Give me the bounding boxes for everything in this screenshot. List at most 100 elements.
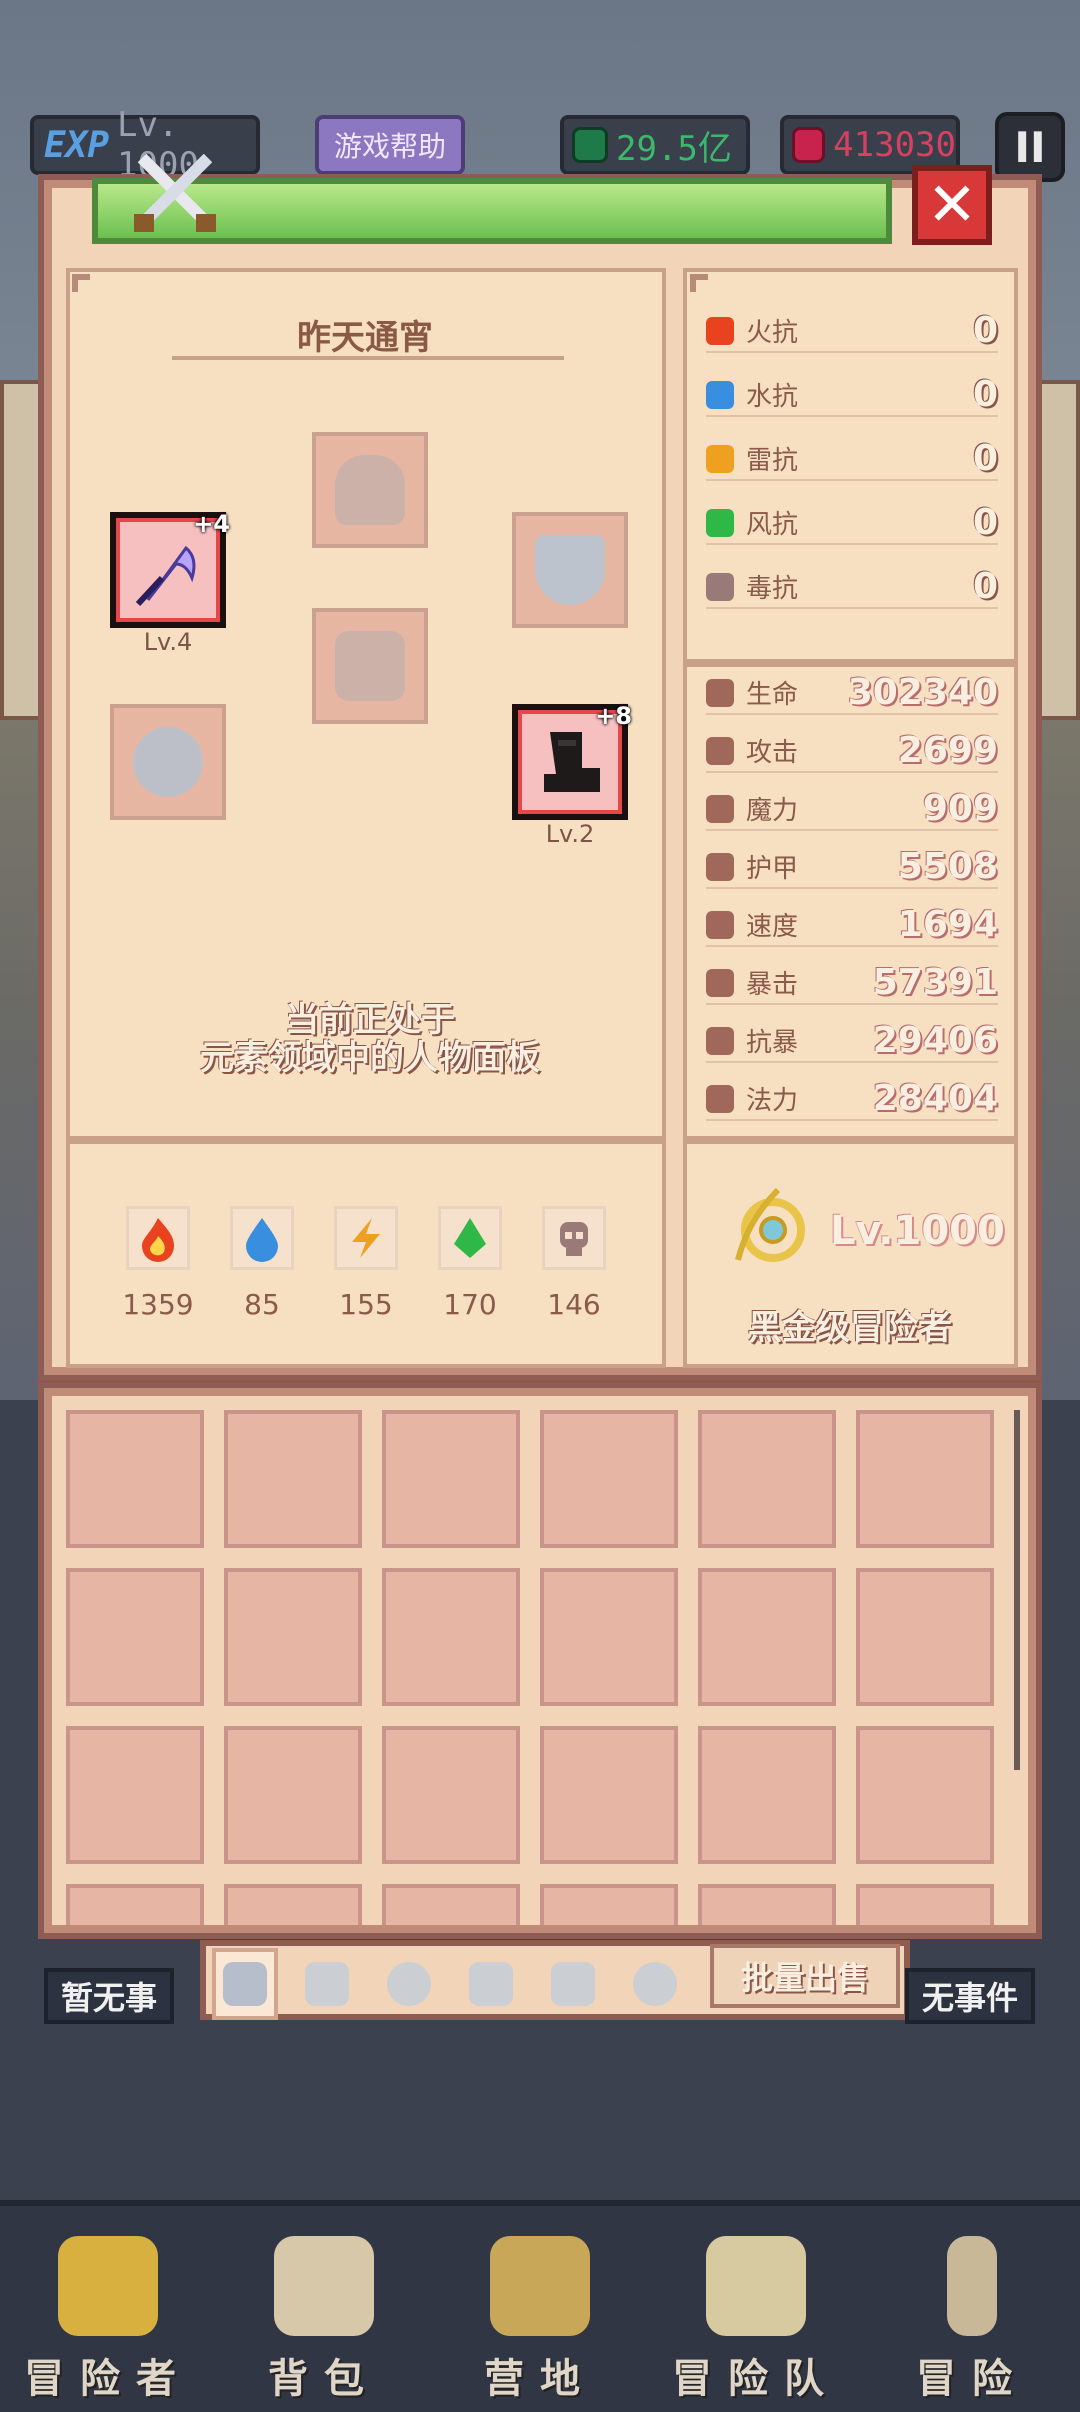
tab-weapons[interactable] xyxy=(212,1948,278,2020)
attack-value: 2699 xyxy=(897,730,998,771)
crit-label: 暴击 xyxy=(746,970,799,1000)
inventory-slot[interactable] xyxy=(540,1568,678,1706)
right-event-status: 无事件 xyxy=(905,1968,1035,2024)
wind-resist-label: 风抗 xyxy=(746,510,799,540)
shield-icon xyxy=(305,1962,349,2006)
tab-rings[interactable] xyxy=(622,1951,688,2017)
magic-label: 魔力 xyxy=(746,796,799,826)
inventory-slot[interactable] xyxy=(382,1726,520,1864)
helmet-icon xyxy=(387,1962,431,2006)
heart-icon xyxy=(706,678,734,707)
water-icon xyxy=(706,380,734,409)
poison-element xyxy=(542,1206,606,1270)
resistance-row: 雷抗 0 xyxy=(706,438,998,481)
wind-element xyxy=(438,1206,502,1270)
inventory-slot[interactable] xyxy=(698,1568,836,1706)
inventory-slot[interactable] xyxy=(698,1410,836,1548)
skull-icon xyxy=(560,1222,588,1256)
inventory-slot[interactable] xyxy=(382,1884,520,1925)
nav-adventurer-label: 冒险者 xyxy=(24,2356,192,2402)
resistance-row: 风抗 0 xyxy=(706,502,998,545)
close-button[interactable]: ✕ xyxy=(912,165,992,245)
divider xyxy=(706,415,998,417)
inventory-slot[interactable] xyxy=(856,1884,994,1925)
inventory-slot[interactable] xyxy=(698,1726,836,1864)
sword-icon xyxy=(706,736,734,765)
pause-button[interactable]: II xyxy=(995,112,1065,182)
inventory-slot[interactable] xyxy=(856,1568,994,1706)
inventory-slot[interactable] xyxy=(382,1410,520,1548)
divider xyxy=(706,479,998,481)
weapon-slot[interactable]: +4 xyxy=(110,510,230,628)
inventory-grid xyxy=(44,1388,1036,1933)
nav-adventure[interactable]: 冒险 xyxy=(864,2206,1080,2412)
camp-icon xyxy=(490,2236,590,2336)
batch-sell-button[interactable]: 批量出售 xyxy=(710,1944,900,2008)
inventory-slot[interactable] xyxy=(540,1726,678,1864)
stat-row: 攻击 2699 xyxy=(706,730,998,773)
inventory-slot[interactable] xyxy=(66,1410,204,1548)
name-underline xyxy=(172,356,564,360)
corner-ornament xyxy=(72,274,90,292)
tab-helmets[interactable] xyxy=(376,1951,442,2017)
shield-slot[interactable] xyxy=(512,512,628,628)
inventory-slot[interactable] xyxy=(856,1726,994,1864)
inventory-slot[interactable] xyxy=(224,1410,362,1548)
skull-icon xyxy=(706,572,734,601)
poison-element-value: 146 xyxy=(547,1288,601,1321)
armor-slot[interactable] xyxy=(312,608,428,724)
character-name: 昨天通宵 xyxy=(297,318,433,358)
nav-team[interactable]: 冒险队 xyxy=(648,2206,864,2412)
tab-shields[interactable] xyxy=(294,1951,360,2017)
backpack-icon xyxy=(274,2236,374,2336)
crit-resist-value: 29406 xyxy=(872,1020,998,1061)
inventory-slot[interactable] xyxy=(856,1410,994,1548)
inventory-slot[interactable] xyxy=(224,1568,362,1706)
divider xyxy=(706,771,998,773)
inventory-slot[interactable] xyxy=(224,1726,362,1864)
mana-value: 28404 xyxy=(872,1078,998,1119)
ring-icon xyxy=(633,1962,677,2006)
thunder-element xyxy=(334,1206,398,1270)
nav-adventurer[interactable]: 冒险者 xyxy=(0,2206,216,2412)
helmet-icon xyxy=(335,455,405,525)
inventory-slot[interactable] xyxy=(382,1568,520,1706)
crossed-swords-icon xyxy=(134,153,216,232)
wand-icon xyxy=(706,794,734,823)
shield-icon xyxy=(535,535,605,605)
hp-label: 生命 xyxy=(746,680,799,710)
inventory-slot[interactable] xyxy=(66,1568,204,1706)
crit-resist-label: 抗暴 xyxy=(746,1028,799,1058)
armor-label: 护甲 xyxy=(746,854,799,884)
nav-adventure-label: 冒险 xyxy=(916,2356,1028,2402)
water-element-value: 85 xyxy=(244,1288,280,1321)
ring-icon xyxy=(133,727,203,797)
tab-armor[interactable] xyxy=(458,1951,524,2017)
inventory-slot[interactable] xyxy=(66,1726,204,1864)
gem-value: 413030 xyxy=(833,125,956,165)
nav-backpack[interactable]: 背包 xyxy=(216,2206,432,2412)
poison-resist-value: 0 xyxy=(972,566,998,607)
rank-emblem-icon xyxy=(735,1187,805,1262)
exp-badge: EXP xyxy=(44,124,110,166)
fire-element xyxy=(126,1206,190,1270)
inventory-slot[interactable] xyxy=(66,1884,204,1925)
poison-resist-label: 毒抗 xyxy=(746,574,799,604)
ring-slot[interactable] xyxy=(110,704,226,820)
stat-row: 生命 302340 xyxy=(706,672,998,715)
inventory-slot[interactable] xyxy=(540,1884,678,1925)
tab-pants[interactable] xyxy=(540,1951,606,2017)
background-right-panel xyxy=(1030,380,1080,720)
armor-icon xyxy=(335,631,405,701)
inventory-scrollbar[interactable] xyxy=(1014,1410,1020,1770)
divider xyxy=(706,1003,998,1005)
inventory-slot[interactable] xyxy=(540,1410,678,1548)
nav-camp[interactable]: 营地 xyxy=(432,2206,648,2412)
helmet-slot[interactable] xyxy=(312,432,428,548)
fire-icon xyxy=(706,316,734,345)
divider xyxy=(706,887,998,889)
inventory-slot[interactable] xyxy=(698,1884,836,1925)
game-help-button[interactable]: 游戏帮助 xyxy=(315,115,465,175)
inventory-slot[interactable] xyxy=(224,1884,362,1925)
boots-slot[interactable]: +8 xyxy=(512,702,632,820)
